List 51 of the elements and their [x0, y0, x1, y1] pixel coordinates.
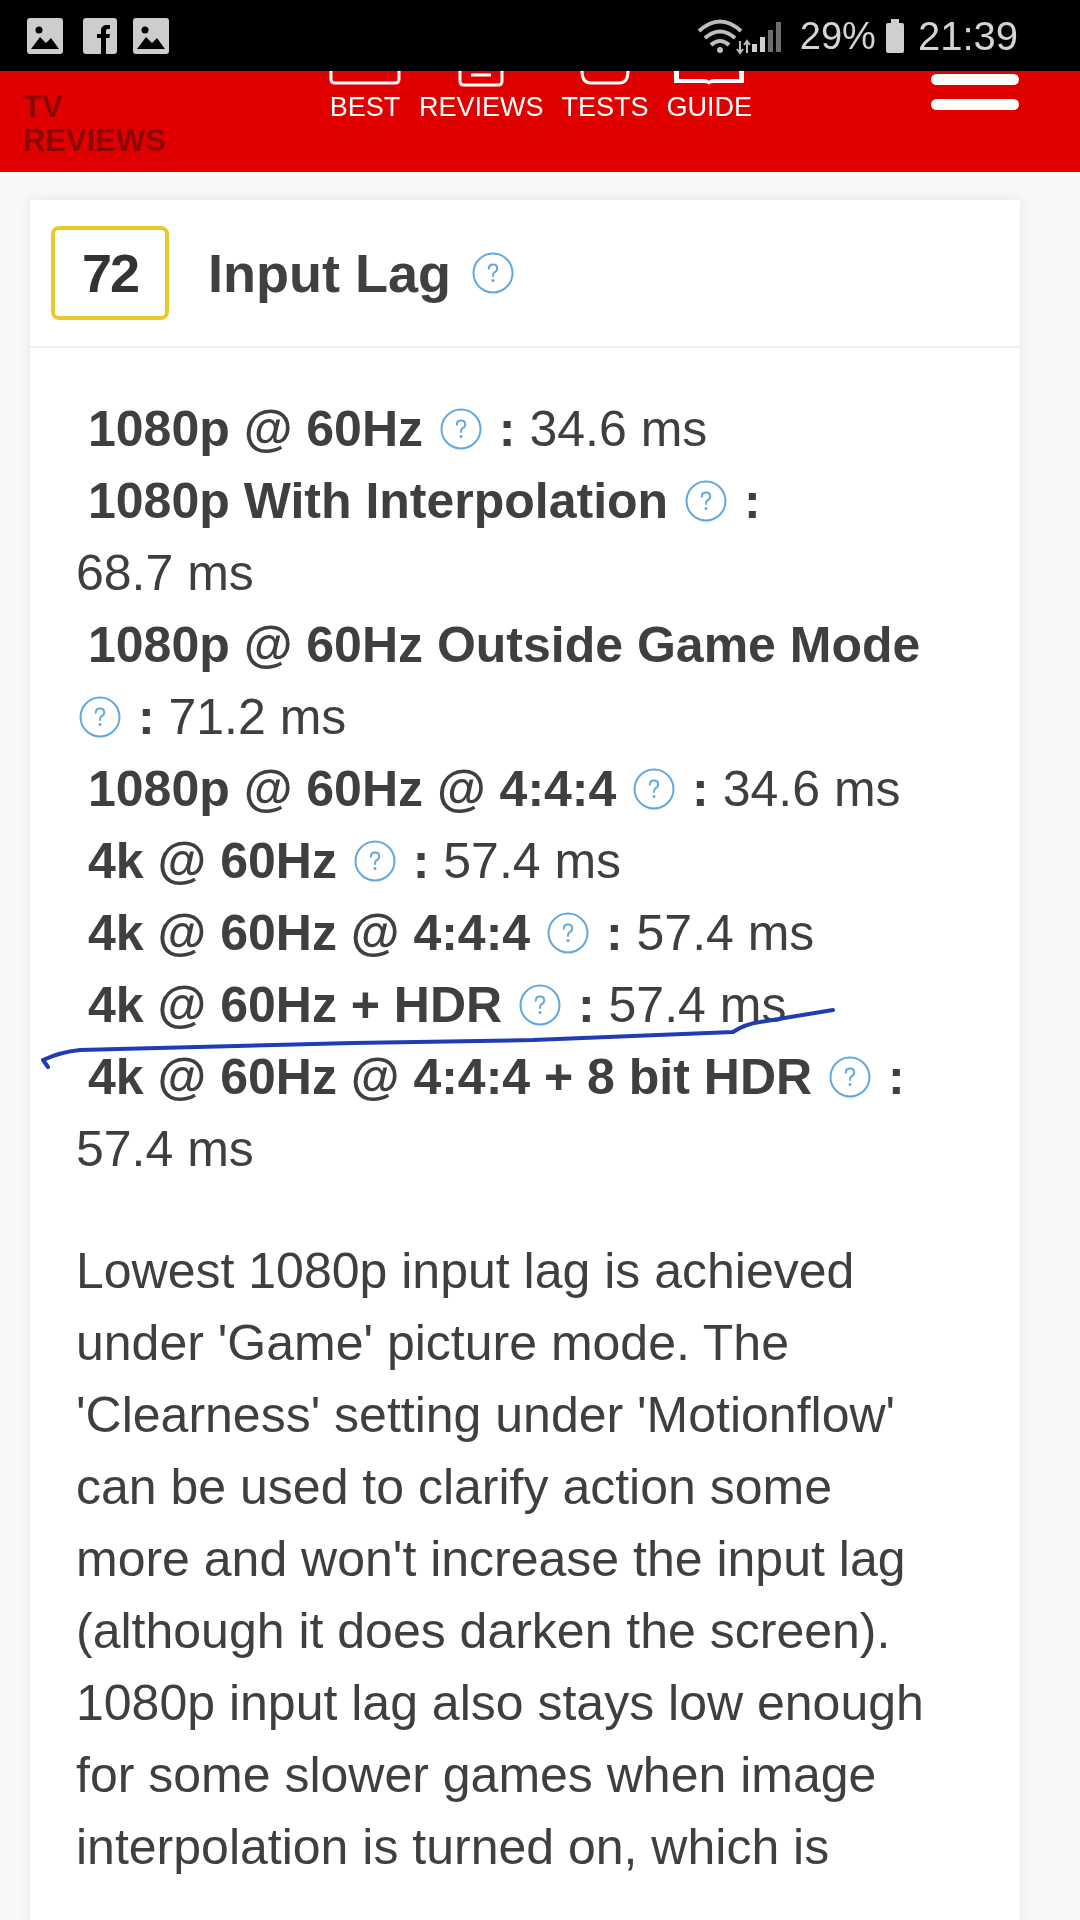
measurement-value: 57.4 ms — [636, 905, 815, 961]
measurement-label: 4k @ 60Hz + HDR — [88, 977, 503, 1033]
colon-separator: : — [887, 1049, 905, 1105]
colon-separator: : — [498, 401, 516, 457]
app-logo-icon — [83, 17, 117, 54]
colon-separator: : — [137, 689, 155, 745]
screen-icon — [329, 71, 401, 85]
colon-separator: : — [605, 905, 623, 961]
measurement-value: 34.6 ms — [529, 401, 708, 457]
measurement-label: 1080p With Interpolation — [88, 473, 669, 529]
help-icon[interactable] — [633, 768, 676, 810]
help-icon[interactable] — [685, 480, 728, 522]
measurement-value: 57.4 ms — [443, 833, 622, 889]
nav-link[interactable]: BEST — [329, 71, 401, 123]
image-icon — [133, 17, 169, 54]
measurement-value: 34.6 ms — [722, 761, 901, 817]
clipboard-icon — [458, 71, 505, 87]
measurement-label: 4k @ 60Hz @ 4:4:4 — [88, 905, 531, 961]
measurement-label: 1080p @ 60Hz Outside Game Mode — [88, 617, 921, 673]
help-icon[interactable] — [547, 912, 590, 954]
help-icon[interactable] — [439, 408, 482, 450]
measurement-label: 4k @ 60Hz — [88, 833, 337, 889]
colon-separator: : — [692, 761, 709, 817]
measurement-label: 1080p @ 60Hz @ 4:4:4 — [88, 761, 617, 817]
colon-separator: : — [743, 473, 761, 529]
measurement-label: 1080p @ 60Hz — [88, 401, 424, 457]
colon-separator: : — [578, 977, 595, 1033]
description-text: Lowest 1080p input lag is achieved under 'Game' picture mode. The 'Clearness' setting under 'Motionflow' can be used to clarify action some more and won't increase the input lag (although it does darken the screen). 1080p input lag also stays low enough for some slower games when image interpolation is turned on, which is — [76, 1242, 925, 1877]
wifi-icon — [695, 16, 752, 55]
nav-link[interactable]: GUIDE — [666, 71, 753, 123]
nav-link[interactable]: REVIEWS — [419, 71, 544, 123]
help-icon[interactable] — [471, 252, 514, 294]
help-icon[interactable] — [519, 984, 562, 1026]
book-icon — [673, 71, 746, 85]
measurement-value: 68.7 ms — [76, 545, 254, 601]
colon-separator: : — [412, 833, 430, 889]
battery-icon — [885, 18, 904, 53]
measurement-value: 71.2 ms — [168, 689, 347, 745]
rounded-box-icon — [580, 71, 631, 85]
measurement-label: 4k @ 60Hz @ 4:4:4 + 8 bit HDR — [88, 1049, 813, 1105]
clock-time: 21:39 — [917, 15, 1018, 56]
score-badge: 72 — [51, 226, 169, 320]
help-icon[interactable] — [79, 696, 121, 738]
measurement-value: 57.4 ms — [76, 1121, 254, 1177]
help-icon[interactable] — [829, 1056, 872, 1098]
image-icon — [27, 17, 63, 54]
nav-link[interactable]: TESTS — [561, 71, 649, 123]
help-icon[interactable] — [353, 840, 396, 882]
battery-percentage: 29% — [799, 16, 876, 55]
signal-icon — [751, 19, 784, 52]
menu-icon[interactable] — [931, 74, 1019, 110]
